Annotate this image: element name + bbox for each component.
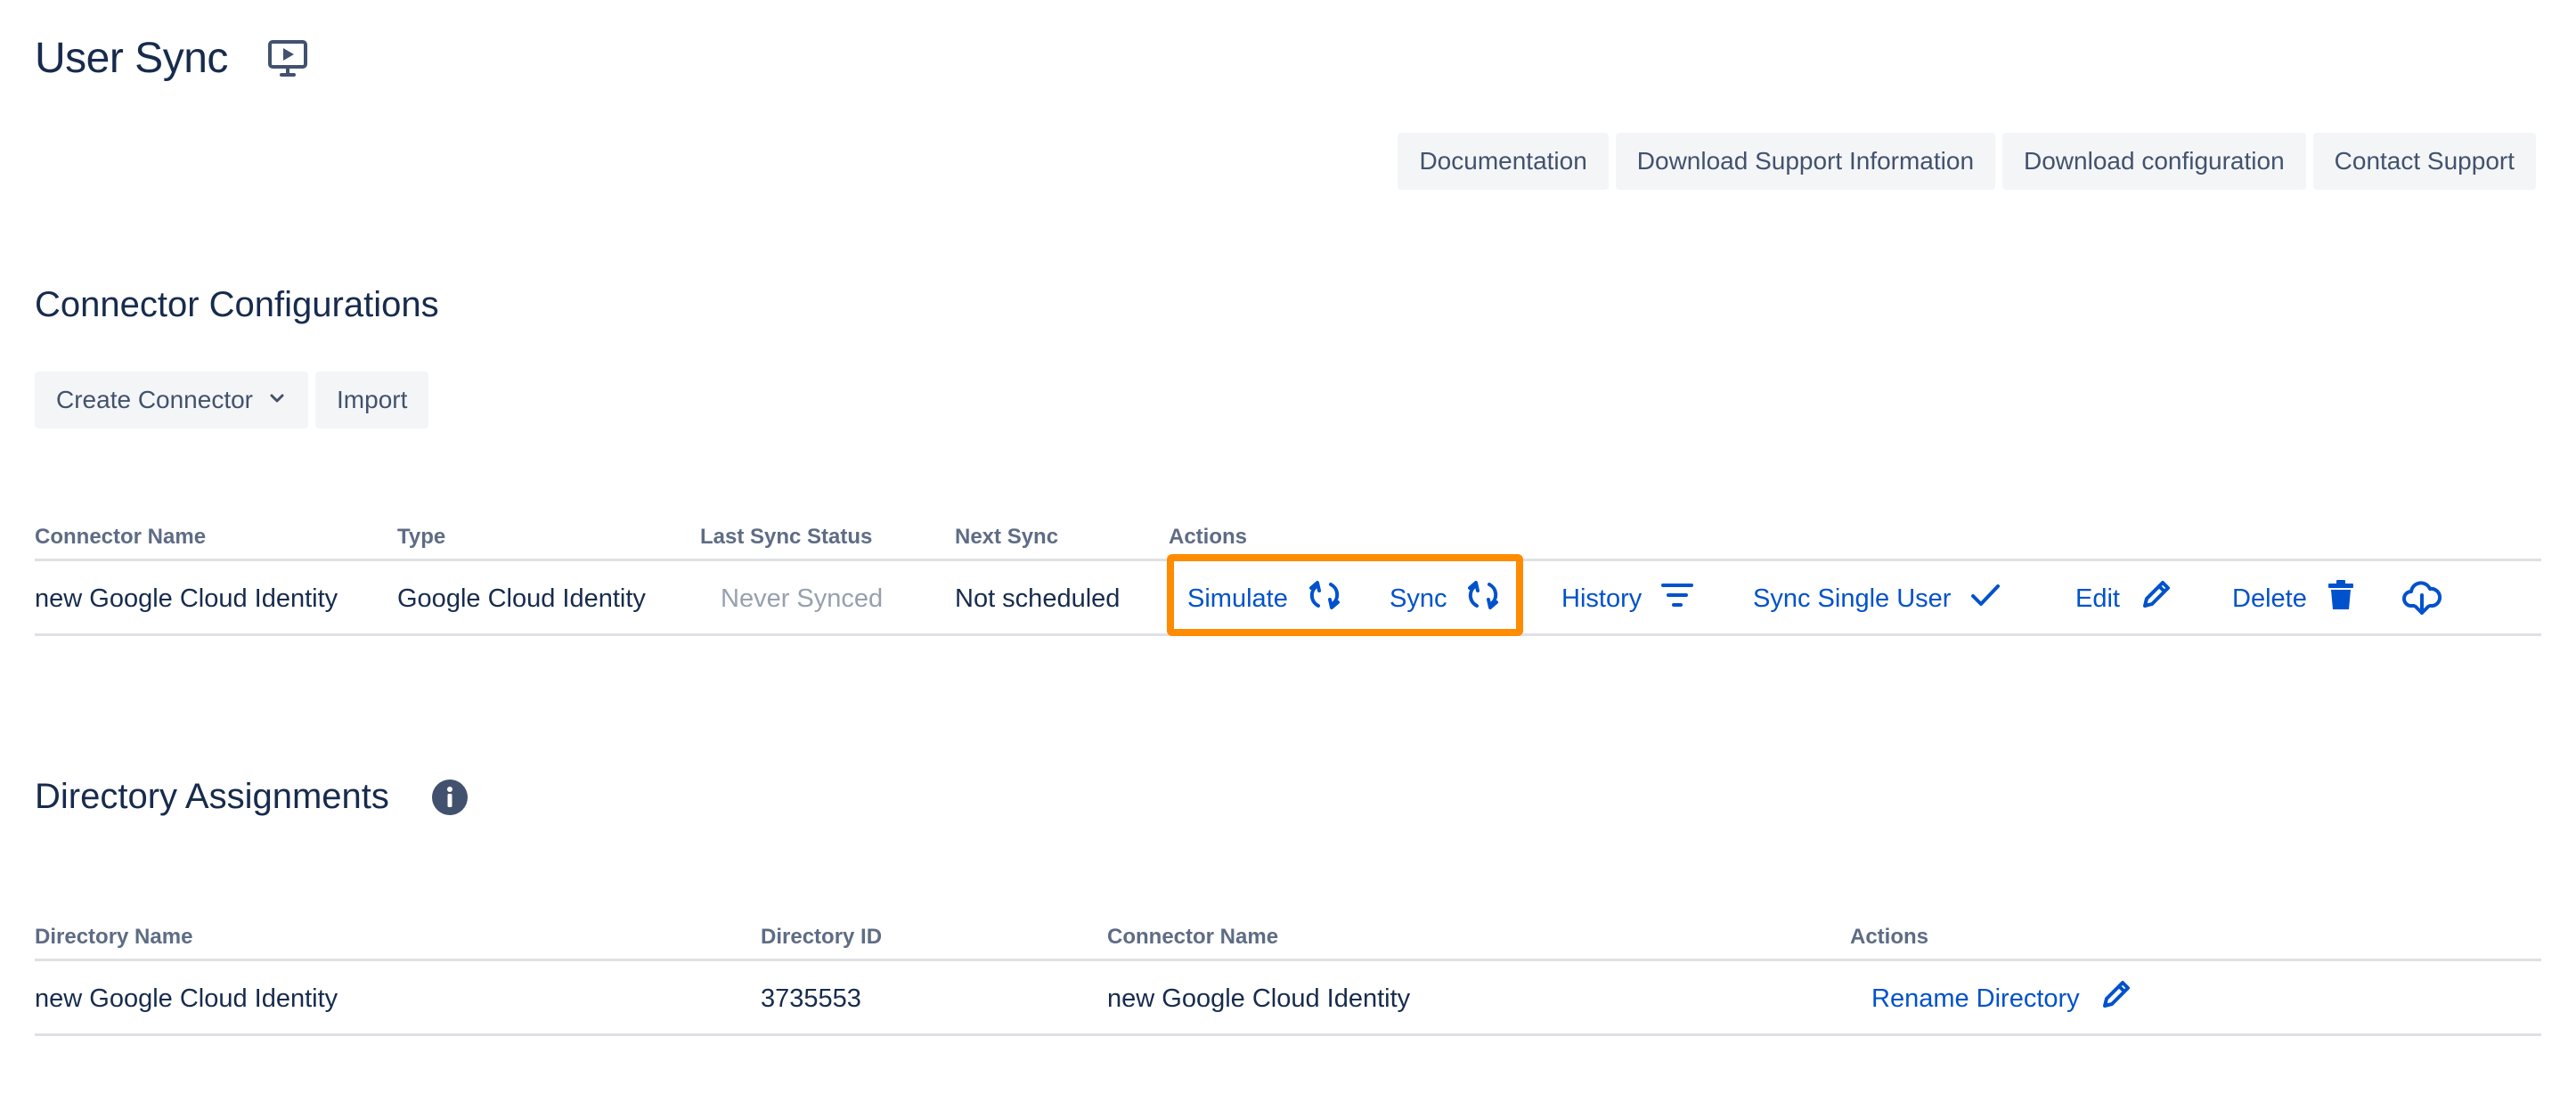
delete-link[interactable]: Delete [2232, 561, 2355, 636]
connector-table-header: Connector Name Type Last Sync Status Nex… [35, 521, 2541, 561]
col-directory-name: Directory Name [35, 925, 193, 949]
history-link[interactable]: History [1561, 561, 1694, 636]
directory-connector-cell: new Google Cloud Identity [1107, 984, 1411, 1013]
col-next-sync: Next Sync [955, 525, 1059, 549]
sync-single-user-link[interactable]: Sync Single User [1753, 561, 2001, 636]
rename-directory-link[interactable]: Rename Directory [1871, 961, 2132, 1036]
col-connector-name: Connector Name [1107, 925, 1279, 949]
directory-section-title: Directory Assignments [35, 777, 468, 817]
page-title-text: User Sync [35, 35, 228, 82]
trash-icon [2327, 579, 2355, 618]
connector-section-title: Connector Configurations [35, 285, 439, 324]
refresh-icon [1308, 579, 1341, 618]
refresh-icon [1466, 579, 1500, 618]
next-sync-cell: Not scheduled [955, 584, 1121, 613]
connector-name-cell: new Google Cloud Identity [35, 584, 338, 613]
cloud-download-icon[interactable] [2402, 561, 2441, 636]
presentation-icon[interactable] [267, 39, 308, 78]
sync-single-user-label: Sync Single User [1753, 584, 1952, 613]
connector-table: Connector Name Type Last Sync Status Nex… [35, 521, 2541, 636]
documentation-button[interactable]: Documentation [1398, 133, 1609, 190]
edit-label: Edit [2075, 584, 2120, 613]
directory-section-label: Directory Assignments [35, 777, 389, 816]
import-button[interactable]: Import [315, 371, 429, 429]
chevron-down-icon [267, 386, 287, 414]
create-connector-label: Create Connector [56, 386, 254, 413]
page-title: User Sync [35, 34, 308, 83]
pencil-icon [2099, 979, 2132, 1018]
col-directory-id: Directory ID [761, 925, 883, 949]
table-row: new Google Cloud Identity 3735553 new Go… [35, 961, 2541, 1036]
info-icon[interactable] [431, 779, 468, 815]
contact-support-button[interactable]: Contact Support [2312, 133, 2536, 190]
col-actions: Actions [1169, 525, 1248, 549]
connector-type-cell: Google Cloud Identity [397, 584, 646, 613]
connector-toolbar: Create Connector Import [35, 371, 429, 429]
simulate-link[interactable]: Simulate [1187, 561, 1341, 636]
create-connector-button[interactable]: Create Connector [35, 371, 309, 429]
filter-icon [1661, 582, 1694, 616]
directory-name-cell: new Google Cloud Identity [35, 984, 338, 1013]
directory-table: Directory Name Directory ID Connector Na… [35, 921, 2541, 1036]
col-type: Type [397, 525, 446, 549]
directory-table-header: Directory Name Directory ID Connector Na… [35, 921, 2541, 961]
delete-label: Delete [2232, 584, 2307, 613]
history-label: History [1561, 584, 1643, 613]
edit-link[interactable]: Edit [2075, 561, 2172, 636]
download-config-button[interactable]: Download configuration [2002, 133, 2306, 190]
directory-id-cell: 3735553 [761, 984, 861, 1013]
pencil-icon [2140, 579, 2172, 618]
rename-directory-label: Rename Directory [1871, 984, 2080, 1013]
checkmark-icon [1970, 583, 2001, 615]
table-row: new Google Cloud Identity Google Cloud I… [35, 561, 2541, 636]
col-actions: Actions [1850, 925, 1929, 949]
sync-label: Sync [1390, 584, 1447, 613]
sync-link[interactable]: Sync [1390, 561, 1500, 636]
simulate-label: Simulate [1187, 584, 1288, 613]
col-connector-name: Connector Name [35, 525, 207, 549]
top-toolbar: Documentation Download Support Informati… [1398, 133, 2536, 190]
col-last-sync: Last Sync Status [700, 525, 873, 549]
last-sync-status: Never Synced [721, 584, 884, 613]
download-support-button[interactable]: Download Support Information [1615, 133, 1996, 190]
